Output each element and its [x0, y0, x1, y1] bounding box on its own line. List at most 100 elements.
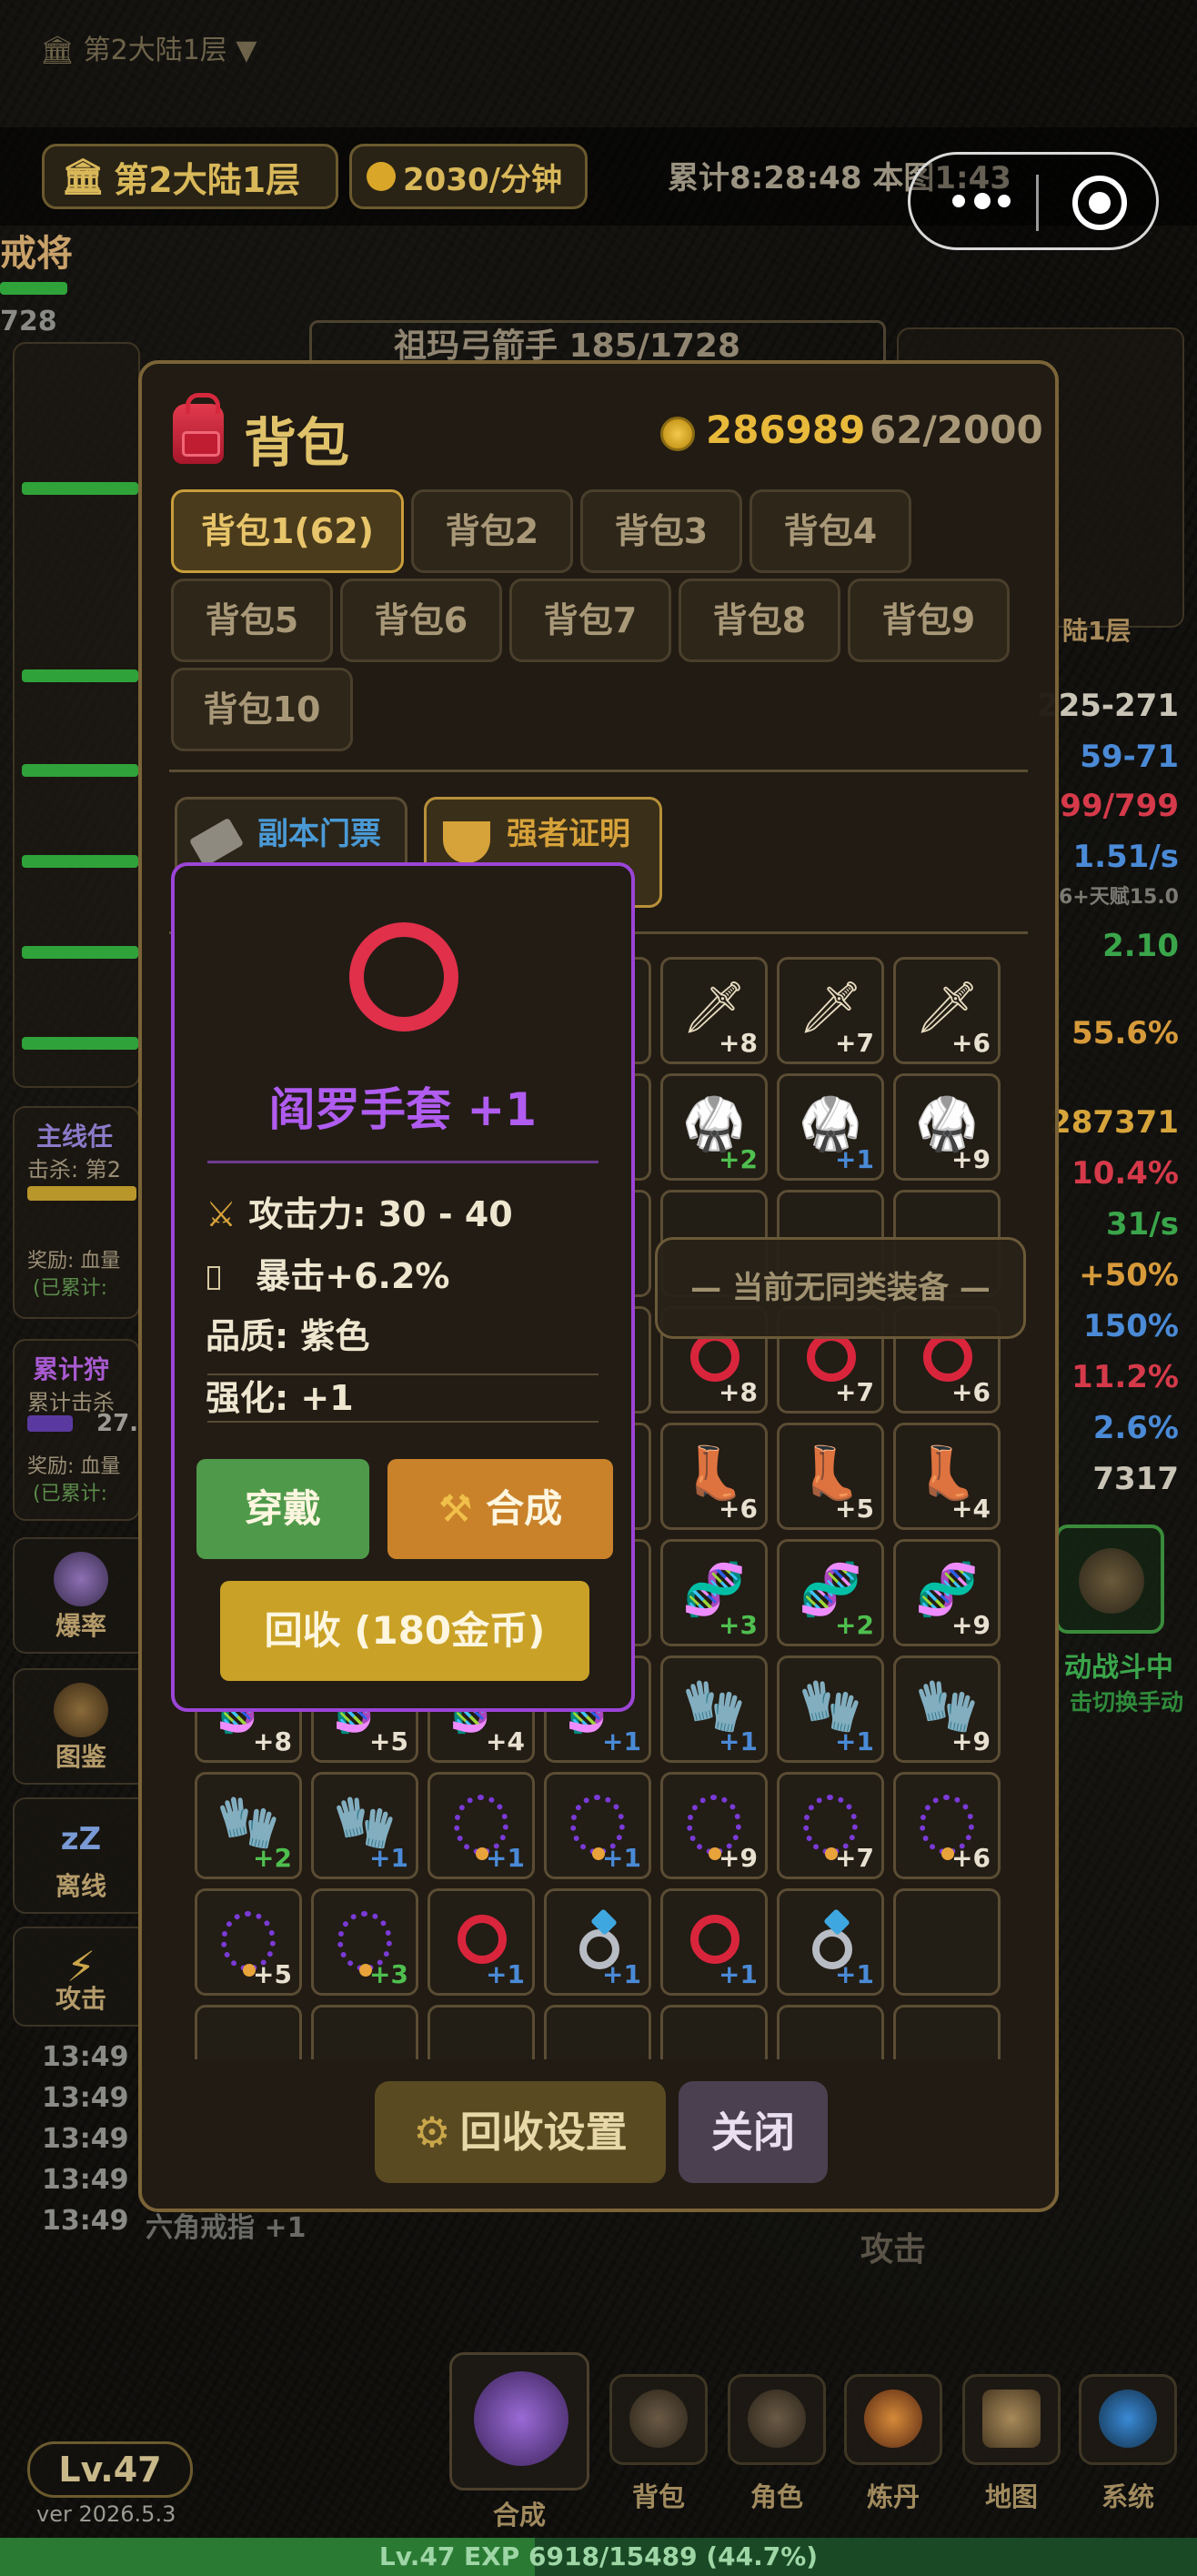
bag-item-slot[interactable]: +1 — [428, 1888, 535, 1996]
bag-item-slot[interactable]: 👢 +4 — [893, 1423, 1001, 1530]
tab-bag-3[interactable]: 背包3 — [580, 489, 742, 573]
log-time: 13:49 — [42, 2041, 129, 2073]
bag-item-slot[interactable]: 🥋 +2 — [660, 1073, 768, 1181]
nav-system-label: 系统 — [1101, 2481, 1154, 2512]
bag-icon — [629, 2390, 688, 2448]
bag-item-slot[interactable] — [893, 2005, 1001, 2059]
tab-bag-4[interactable]: 背包4 — [749, 489, 911, 573]
nav-system[interactable] — [1079, 2374, 1177, 2465]
enhance-level-badge: +5 — [835, 1494, 874, 1524]
tab-bag-5[interactable]: 背包5 — [171, 579, 333, 662]
bag-item-slot[interactable]: 🧤 +2 — [195, 1772, 302, 1879]
equip-button[interactable]: 穿戴 — [196, 1459, 369, 1559]
auto-battle-hint: 击切换手动 — [1070, 1689, 1184, 1716]
bag-item-slot[interactable] — [311, 2005, 418, 2059]
enhance-level-badge: +1 — [719, 1959, 758, 1989]
bag-item-slot[interactable]: 🧤 +1 — [311, 1772, 418, 1879]
enhance-level-badge: +9 — [951, 1144, 991, 1174]
character-icon — [748, 2390, 806, 2448]
bag-item-slot[interactable]: +6 — [893, 1772, 1001, 1879]
bag-item-slot[interactable]: 👢 +5 — [777, 1423, 884, 1530]
tab-bag-8[interactable]: 背包8 — [679, 579, 840, 662]
bag-item-slot[interactable]: +1 — [544, 1772, 651, 1879]
level-badge[interactable]: Lv.47 — [27, 2441, 193, 2498]
bag-item-slot[interactable]: +3 — [311, 1888, 418, 1996]
left-num: 728 — [0, 306, 57, 337]
nav-alchemy[interactable] — [844, 2374, 942, 2465]
bag-item-slot[interactable] — [195, 2005, 302, 2059]
crossed-swords-icon: ⚔ — [206, 1194, 237, 1234]
coin-icon — [367, 162, 396, 191]
tab-bag-1[interactable]: 背包1(62) — [171, 489, 404, 573]
drop-rate-button[interactable]: 爆率 — [13, 1537, 149, 1654]
bag-item-slot[interactable]: 🥋 +1 — [777, 1073, 884, 1181]
enhance-level-badge: +7 — [835, 1028, 874, 1058]
nav-bag[interactable] — [609, 2374, 708, 2465]
enhance-level-badge: +1 — [602, 1959, 641, 1989]
tab-bag-10[interactable]: 背包10 — [171, 668, 353, 751]
crit-stat: 暴击+6.2% — [206, 1248, 449, 1298]
cauldron-icon — [864, 2390, 922, 2448]
bag-item-slot[interactable] — [893, 1888, 1001, 1996]
crossed-swords-icon — [1079, 1548, 1144, 1614]
bag-item-slot[interactable] — [428, 2005, 535, 2059]
page-title[interactable]: 🏛 第2大陆1层 ▼ — [40, 27, 256, 67]
miniprogram-capsule — [908, 152, 1159, 250]
enhance-level-badge: +8 — [719, 1028, 758, 1058]
recycle-settings-button[interactable]: ⚙ 回收设置 — [375, 2081, 666, 2183]
attack-button[interactable]: ⚡ 攻击 — [13, 1927, 149, 2027]
bag-item-slot[interactable]: +7 — [777, 1772, 884, 1879]
quest-panel[interactable]: 主线任 击杀: 第2 奖励: 血量 (已累计: — [13, 1106, 140, 1319]
quest-title: 主线任 — [36, 1122, 114, 1152]
nav-map[interactable] — [962, 2374, 1061, 2465]
gear-icon: ⚙ — [413, 2108, 451, 2157]
bag-item-slot[interactable]: 🧤 +1 — [777, 1655, 884, 1763]
bag-item-slot[interactable]: +9 — [660, 1772, 768, 1879]
hunt-panel[interactable]: 累计狩 累计击杀 27. 奖励: 血量 (已累计: — [13, 1339, 140, 1521]
capsule-separator — [1036, 175, 1039, 231]
backpack-icon — [173, 393, 224, 464]
enhance-level-badge: +6 — [951, 1843, 991, 1873]
bag-item-slot[interactable]: +5 — [195, 1888, 302, 1996]
red-ring-icon — [458, 1915, 507, 1964]
bag-item-slot[interactable]: +1 — [428, 1772, 535, 1879]
enemy-list-panel — [13, 342, 140, 1088]
bag-item-slot[interactable]: +1 — [660, 1888, 768, 1996]
recycle-button[interactable]: 回收 (180金币) — [220, 1581, 589, 1681]
bag-item-slot[interactable]: 🗡 +8 — [660, 957, 768, 1064]
tab-bag-2[interactable]: 背包2 — [411, 489, 573, 573]
bag-item-slot[interactable]: 🗡 +7 — [777, 957, 884, 1064]
attack-stat-label: 攻击力: 30 - 40 — [248, 1194, 513, 1234]
stat-lifesteal: 10.4% — [1071, 1155, 1179, 1192]
bag-item-slot[interactable] — [660, 2005, 768, 2059]
offline-button[interactable]: zZ 离线 — [13, 1797, 149, 1914]
close-miniprogram-icon[interactable] — [1072, 176, 1127, 230]
bag-item-slot[interactable]: 👢 +6 — [660, 1423, 768, 1530]
close-button[interactable]: 关闭 — [679, 2081, 828, 2183]
enhance-level-badge: +9 — [951, 1610, 991, 1640]
bag-item-slot[interactable]: +1 — [544, 1888, 651, 1996]
bag-item-slot[interactable]: 🧬 +2 — [777, 1539, 884, 1646]
left-partial-title: 戒将 — [0, 233, 73, 275]
combine-button[interactable]: ⚒ 合成 — [387, 1459, 613, 1559]
auto-battle-button[interactable] — [1055, 1524, 1164, 1634]
bag-item-slot[interactable]: 🧬 +9 — [893, 1539, 1001, 1646]
nav-character[interactable] — [728, 2374, 826, 2465]
bag-item-slot[interactable]: 🧬 +3 — [660, 1539, 768, 1646]
more-icon[interactable] — [952, 191, 1016, 213]
bag-item-slot[interactable]: 🗡 +6 — [893, 957, 1001, 1064]
tab-bag-7[interactable]: 背包7 — [509, 579, 671, 662]
enhance-level-badge: +7 — [835, 1843, 874, 1873]
codex-button[interactable]: 图鉴 — [13, 1668, 149, 1785]
bag-item-slot[interactable]: +1 — [777, 1888, 884, 1996]
bag-item-slot[interactable]: 🧤 +1 — [660, 1655, 768, 1763]
nav-combine[interactable] — [449, 2352, 589, 2490]
bag-item-slot[interactable] — [777, 2005, 884, 2059]
bag-item-slot[interactable]: 🥋 +9 — [893, 1073, 1001, 1181]
stat-bonus: +50% — [1079, 1257, 1179, 1293]
tab-bag-6[interactable]: 背包6 — [340, 579, 502, 662]
bag-item-slot[interactable] — [544, 2005, 651, 2059]
location-pill[interactable]: 🏛 第2大陆1层 — [42, 144, 338, 209]
bag-item-slot[interactable]: 🧤 +9 — [893, 1655, 1001, 1763]
tab-bag-9[interactable]: 背包9 — [848, 579, 1010, 662]
